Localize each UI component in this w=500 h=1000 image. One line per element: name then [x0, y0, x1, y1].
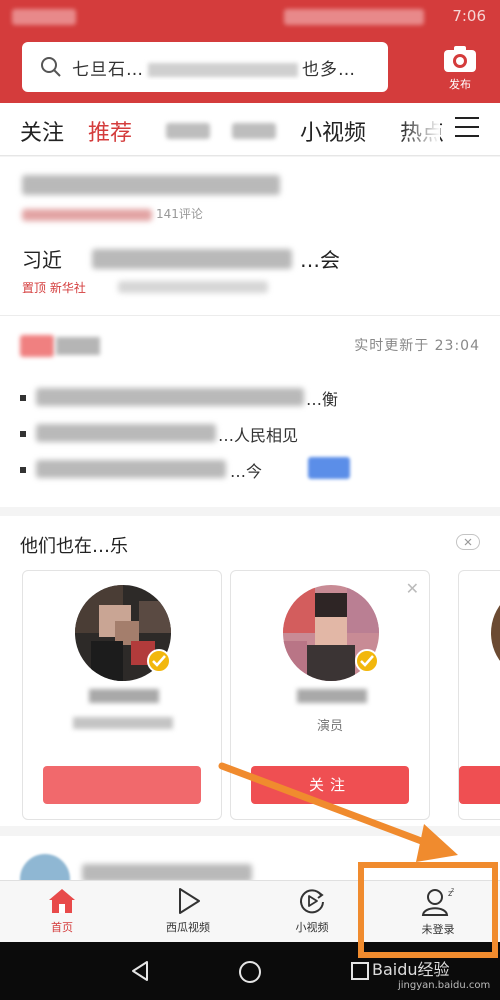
verified-badge-icon: [355, 649, 379, 673]
tab-recommend[interactable]: 推荐: [88, 115, 132, 147]
card-name-blurred: [89, 689, 159, 703]
news-title-blurred[interactable]: [22, 175, 280, 195]
recommend-card-2[interactable]: ✕ 演员 关注: [230, 570, 430, 820]
nav-short-video[interactable]: 小视频: [262, 887, 362, 935]
recommend-card-3[interactable]: [458, 570, 500, 820]
nav-home[interactable]: 首页: [12, 887, 112, 935]
close-icon: [464, 538, 472, 546]
watermark-url: jingyan.baidu.com: [398, 980, 491, 991]
divider: [0, 315, 500, 316]
bullet: [20, 395, 26, 401]
hot-badge-text-blurred: [56, 337, 100, 355]
news-meta-blurred-2: [118, 281, 268, 293]
search-input[interactable]: 七旦石… 也多…: [22, 42, 388, 92]
tab-short-video[interactable]: 小视频: [300, 115, 366, 147]
search-placeholder: 七旦石… 也多…: [72, 55, 382, 80]
news-source-text: 置顶 新华社: [22, 281, 86, 295]
hot-item-3-blurred[interactable]: [36, 460, 226, 478]
follow-button[interactable]: 关注: [251, 766, 409, 804]
video-refresh-icon: [300, 889, 324, 914]
top-header: 7:06 七旦石… 也多… 发布: [0, 0, 500, 103]
recommend-card-1[interactable]: 关注: [22, 570, 222, 820]
news-title-blurred-2: [92, 249, 292, 269]
tabs-fade: [400, 103, 440, 155]
hot-badge: [20, 335, 54, 357]
hot-item-2-text: …人民相见: [218, 426, 299, 445]
nav-xigua-video[interactable]: 西瓜视频: [138, 887, 238, 935]
nav-xigua-label: 西瓜视频: [166, 921, 210, 934]
card-subtitle: 演员: [316, 719, 343, 734]
news-title[interactable]: 习近: [22, 244, 62, 273]
watermark-text: Baidu经验: [372, 960, 450, 979]
card-name-blurred: [297, 689, 367, 703]
status-bar: 7:06: [0, 0, 500, 34]
status-time: 7:06: [452, 7, 486, 25]
verified-badge-icon: [147, 649, 171, 673]
bullet: [20, 467, 26, 473]
hot-item-1-blurred[interactable]: [36, 388, 304, 406]
recommend-dismiss-button[interactable]: [456, 534, 480, 550]
home-circle-icon[interactable]: [238, 960, 262, 984]
hot-item-1-text: …衡: [306, 390, 339, 409]
recommend-section: 他们也在…乐 关注 ✕: [0, 516, 500, 826]
nav-home-label: 首页: [51, 921, 73, 934]
play-icon: [179, 888, 200, 914]
tab-blurred-2[interactable]: [232, 123, 276, 139]
follow-button[interactable]: [459, 766, 500, 804]
follow-button[interactable]: 关注: [43, 766, 201, 804]
back-icon[interactable]: [130, 960, 150, 982]
tab-blurred-1[interactable]: [166, 123, 210, 139]
bullet: [20, 431, 26, 437]
news-feed: 141评论 习近 …会 置顶 新华社 实时更新于 23:04 …衡 …人民相见 …: [0, 157, 500, 507]
search-icon: [41, 57, 61, 77]
hot-item-2-blurred[interactable]: [36, 424, 216, 442]
home-icon: [49, 889, 75, 913]
news-title-start: 习近: [22, 248, 62, 272]
channel-tabs: 关注 推荐 小视频 热点: [0, 103, 500, 156]
publish-button[interactable]: 发布: [432, 44, 488, 96]
news-title-end: …会: [300, 248, 340, 272]
avatar[interactable]: [491, 585, 500, 681]
status-icons-blurred: [284, 9, 424, 25]
news-comments: 141评论: [156, 207, 203, 221]
status-carrier-blurred: [12, 9, 76, 25]
publish-label: 发布: [449, 78, 471, 91]
nav-short-video-label: 小视频: [295, 921, 329, 934]
hot-tag: [308, 457, 350, 479]
card-close-icon[interactable]: ✕: [406, 579, 419, 598]
news-source: 置顶 新华社: [22, 279, 86, 296]
card-sub-blurred: [73, 717, 173, 729]
annotation-highlight-box: [358, 862, 498, 958]
channel-menu-icon[interactable]: [455, 117, 479, 139]
hot-item-3-text: …今: [230, 462, 263, 481]
search-text-blurred: [148, 62, 298, 77]
realtime-update-label: 实时更新于 23:04: [354, 338, 480, 354]
search-text-end: 也多…: [302, 59, 356, 80]
news-meta-blurred: [22, 209, 152, 221]
recommend-title: 他们也在…乐: [20, 536, 128, 557]
search-text-start: 七旦石…: [72, 59, 144, 80]
tab-follow[interactable]: 关注: [20, 115, 64, 147]
recents-icon[interactable]: [350, 961, 370, 981]
camera-icon: [444, 46, 476, 72]
